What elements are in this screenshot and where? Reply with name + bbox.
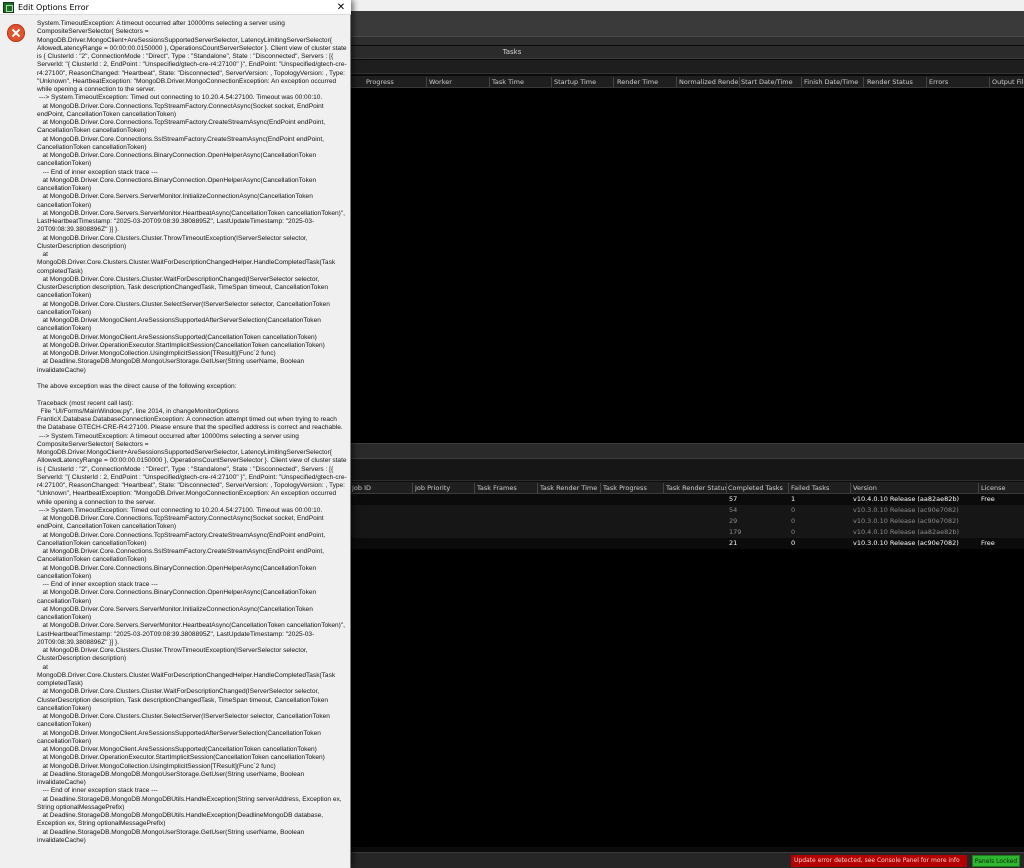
update-error-indicator[interactable]: Update error detected, see Console Panel… xyxy=(791,855,967,867)
column-header-start-date-time[interactable]: Start Date/Time xyxy=(741,76,799,88)
job-failed-tasks: 0 xyxy=(791,539,796,547)
job-failed-tasks: 0 xyxy=(791,528,796,536)
column-header-output-file[interactable]: Output File xyxy=(992,76,1024,88)
column-header-task-time[interactable]: Task Time xyxy=(492,76,550,88)
column-header-finish-date-time[interactable]: Finish Date/Time xyxy=(804,76,862,88)
job-version: v10.3.0.10 Release (ac90e7082) xyxy=(853,539,959,547)
column-separator[interactable] xyxy=(663,483,664,493)
column-header-task-progress[interactable]: Task Progress xyxy=(603,482,663,494)
column-separator[interactable] xyxy=(600,483,601,493)
job-version: v10.4.0.10 Release (aa82ae82b) xyxy=(853,528,960,536)
job-completed-tasks: 54 xyxy=(729,506,738,514)
column-separator[interactable] xyxy=(739,77,740,87)
job-failed-tasks: 1 xyxy=(791,495,796,503)
column-separator[interactable] xyxy=(801,77,802,87)
error-message-text: System.TimeoutException: A timeout occur… xyxy=(37,20,347,844)
column-header-license[interactable]: License xyxy=(981,482,1024,494)
close-icon[interactable]: ✕ xyxy=(334,1,348,14)
column-header-normalized-render-time[interactable]: Normalized Render Time xyxy=(679,76,740,88)
column-header-task-frames[interactable]: Task Frames xyxy=(477,482,535,494)
column-separator[interactable] xyxy=(489,77,490,87)
column-separator[interactable] xyxy=(474,483,475,493)
job-failed-tasks: 0 xyxy=(791,517,796,525)
column-header-render-status[interactable]: Render Status xyxy=(867,76,925,88)
job-license xyxy=(981,527,1024,538)
error-icon xyxy=(7,24,25,42)
column-header-task-render-status[interactable]: Task Render Status xyxy=(666,482,726,494)
tasks-panel-title: Tasks xyxy=(502,48,522,56)
column-header-job-priority[interactable]: Job Priority xyxy=(415,482,473,494)
job-version: v10.4.0.10 Release (aa82ae82b) xyxy=(853,495,960,503)
column-separator[interactable] xyxy=(412,483,413,493)
column-separator[interactable] xyxy=(537,483,538,493)
column-header-worker[interactable]: Worker xyxy=(429,76,487,88)
column-header-render-time[interactable]: Render Time xyxy=(617,76,675,88)
column-separator[interactable] xyxy=(989,77,990,87)
column-separator[interactable] xyxy=(613,77,614,87)
column-separator[interactable] xyxy=(788,483,789,493)
column-header-errors[interactable]: Errors xyxy=(929,76,987,88)
column-header-job-id[interactable]: Job ID xyxy=(352,482,410,494)
app-icon xyxy=(3,2,14,13)
column-separator[interactable] xyxy=(863,77,864,87)
job-completed-tasks: 57 xyxy=(729,495,738,503)
dialog-title: Edit Options Error xyxy=(18,3,89,12)
column-separator[interactable] xyxy=(978,483,979,493)
column-separator[interactable] xyxy=(726,483,727,493)
column-separator[interactable] xyxy=(551,77,552,87)
dialog-titlebar[interactable]: Edit Options Error ✕ xyxy=(0,0,351,15)
column-header-completed-tasks[interactable]: Completed Tasks xyxy=(728,482,788,494)
job-completed-tasks: 29 xyxy=(729,517,738,525)
job-version: v10.3.0.10 Release (ac90e7082) xyxy=(853,517,959,525)
job-license xyxy=(981,516,1024,527)
panels-locked-toggle[interactable]: Panels Locked xyxy=(972,855,1020,867)
column-separator[interactable] xyxy=(850,483,851,493)
column-header-progress[interactable]: Progress xyxy=(366,76,424,88)
column-separator[interactable] xyxy=(926,77,927,87)
job-license xyxy=(981,505,1024,516)
column-separator[interactable] xyxy=(426,77,427,87)
job-completed-tasks: 179 xyxy=(729,528,742,536)
job-version: v10.3.0.10 Release (ac90e7082) xyxy=(853,506,959,514)
edit-options-error-dialog: Edit Options Error ✕ System.TimeoutExcep… xyxy=(0,0,351,868)
job-license: Free xyxy=(981,539,995,547)
column-header-version[interactable]: Version xyxy=(853,482,977,494)
column-separator[interactable] xyxy=(676,77,677,87)
job-license: Free xyxy=(981,495,995,503)
column-header-task-render-time[interactable]: Task Render Time xyxy=(540,482,600,494)
job-completed-tasks: 21 xyxy=(729,539,738,547)
column-header-startup-time[interactable]: Startup Time xyxy=(554,76,612,88)
job-failed-tasks: 0 xyxy=(791,506,796,514)
column-header-failed-tasks[interactable]: Failed Tasks xyxy=(791,482,849,494)
